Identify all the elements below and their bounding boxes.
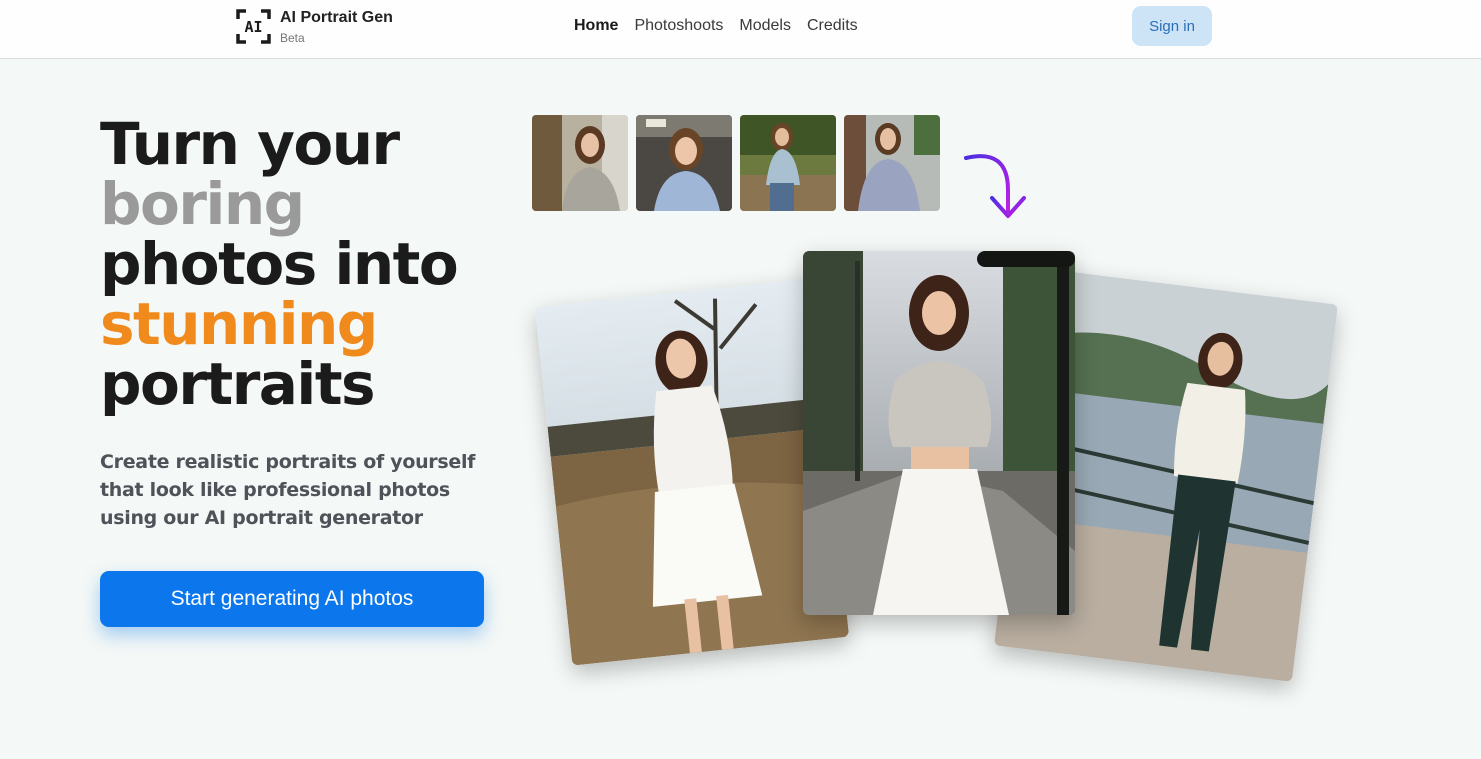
headline-line-1: Turn your bbox=[100, 110, 400, 178]
headline-line-5: portraits bbox=[100, 350, 376, 418]
beta-badge: Beta bbox=[280, 31, 305, 45]
top-nav-bar: AI AI Portrait Gen Beta Home Photoshoots… bbox=[0, 0, 1481, 59]
generated-portrait-left bbox=[534, 278, 850, 666]
sign-in-button[interactable]: Sign in bbox=[1132, 6, 1212, 46]
headline-line-3: photos into bbox=[100, 230, 459, 298]
nav-photoshoots[interactable]: Photoshoots bbox=[634, 17, 723, 35]
start-generating-button[interactable]: Start generating AI photos bbox=[100, 571, 484, 627]
nav-models[interactable]: Models bbox=[739, 17, 791, 35]
hero-subtext: Create realistic portraits of yourself t… bbox=[100, 451, 476, 529]
headline-line-4: stunning bbox=[100, 290, 378, 358]
headline-line-2: boring bbox=[100, 170, 305, 238]
main-nav: Home Photoshoots Models Credits bbox=[574, 17, 858, 35]
input-photos-row bbox=[532, 115, 940, 211]
app-title: AI Portrait Gen bbox=[280, 9, 393, 26]
logo-mark-text: AI bbox=[244, 18, 263, 36]
input-photo-1 bbox=[532, 115, 628, 211]
input-photo-2 bbox=[636, 115, 732, 211]
generated-portrait-center bbox=[803, 251, 1075, 615]
input-photo-4 bbox=[844, 115, 940, 211]
ai-frame-icon: AI bbox=[236, 9, 271, 44]
nav-credits[interactable]: Credits bbox=[807, 17, 858, 35]
input-photo-3 bbox=[740, 115, 836, 211]
nav-home[interactable]: Home bbox=[574, 17, 618, 35]
logo[interactable]: AI AI Portrait Gen Beta bbox=[236, 8, 436, 48]
hero-headline: Turn your boring photos into stunning po… bbox=[100, 114, 520, 414]
curved-arrow-down-icon bbox=[960, 150, 1040, 230]
